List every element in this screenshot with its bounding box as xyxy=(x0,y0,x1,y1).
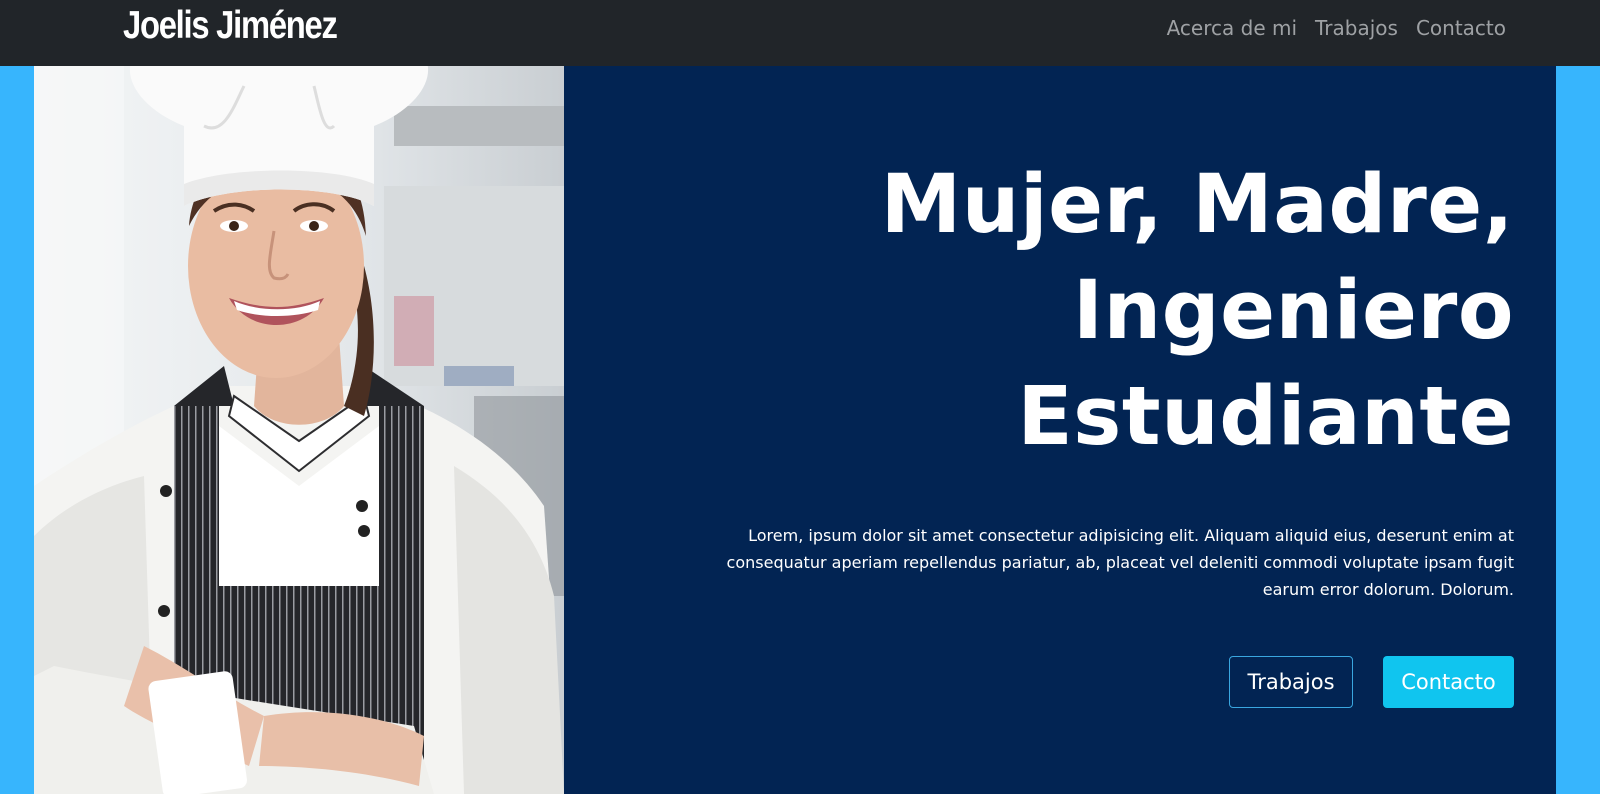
navbar: Joelis Jiménez Acerca de mi Trabajos Con… xyxy=(0,0,1600,66)
nav-links: Acerca de mi Trabajos Contacto xyxy=(1167,16,1506,40)
hero-title-line-3: Estudiante xyxy=(1017,370,1514,464)
nav-link-acerca[interactable]: Acerca de mi xyxy=(1167,16,1297,40)
hero-image xyxy=(34,66,564,794)
nav-link-trabajos[interactable]: Trabajos xyxy=(1315,16,1398,40)
trabajos-button[interactable]: Trabajos xyxy=(1229,656,1353,708)
chef-portrait-image xyxy=(34,66,564,794)
hero-content: Mujer, Madre, Ingeniero Estudiante Lorem… xyxy=(564,66,1556,794)
hero-title-line-2: Ingeniero xyxy=(1072,264,1514,358)
nav-link-contacto[interactable]: Contacto xyxy=(1416,16,1506,40)
hero-title: Mujer, Madre, Ingeniero Estudiante xyxy=(614,152,1514,470)
contacto-button[interactable]: Contacto xyxy=(1383,656,1514,708)
hero-title-line-1: Mujer, Madre, xyxy=(880,158,1514,252)
brand-logo[interactable]: Joelis Jiménez xyxy=(123,4,338,48)
hero-paragraph: Lorem, ipsum dolor sit amet consectetur … xyxy=(726,526,1514,599)
